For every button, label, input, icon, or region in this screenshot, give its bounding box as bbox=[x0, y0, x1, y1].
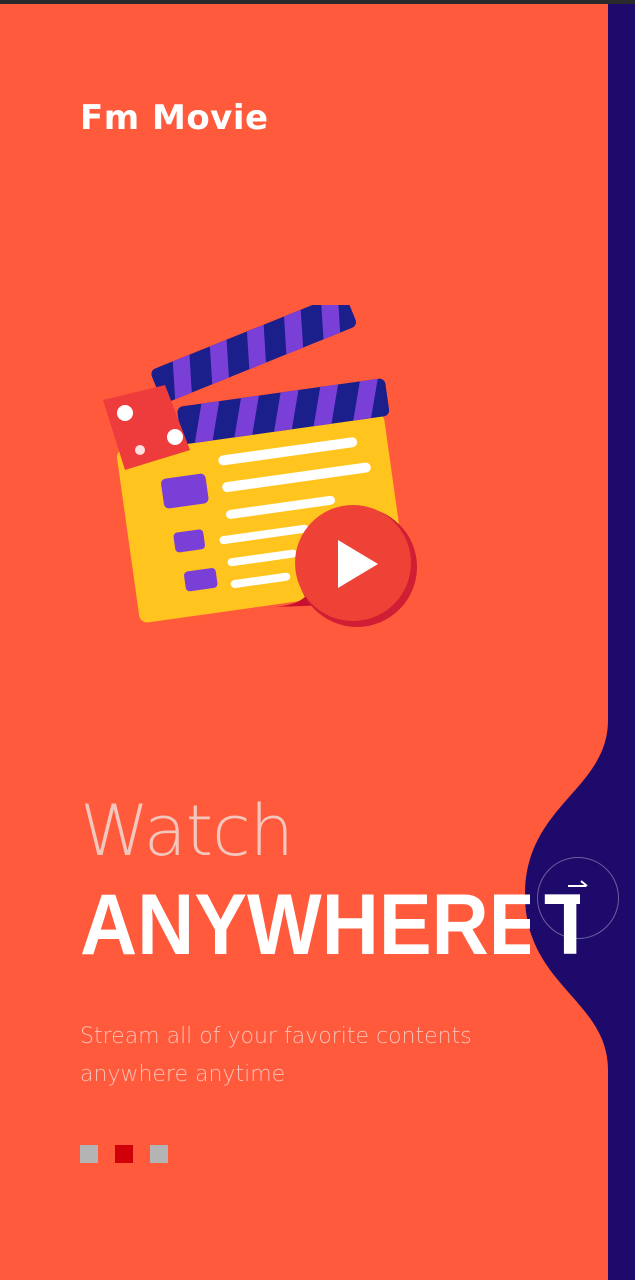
onboarding-description: Stream all of your favorite contents any… bbox=[80, 1018, 500, 1094]
description-line-2: anywhere anytime bbox=[80, 1062, 286, 1087]
page-dot-1[interactable] bbox=[80, 1145, 98, 1163]
page-dot-2-active[interactable] bbox=[115, 1145, 133, 1163]
arrow-right-icon bbox=[568, 880, 588, 887]
page-indicator bbox=[80, 1145, 168, 1163]
headline-anywhere-wrap: ANYWHERE bbox=[80, 882, 530, 982]
next-button[interactable] bbox=[537, 857, 619, 939]
description-line-1: Stream all of your favorite contents bbox=[80, 1024, 472, 1049]
page-dot-3[interactable] bbox=[150, 1145, 168, 1163]
headline-watch: Watch bbox=[80, 790, 294, 872]
clapperboard-play-icon bbox=[103, 305, 417, 627]
app-brand-name: Fm Movie bbox=[80, 98, 269, 138]
onboarding-screen: Fm Movie Watch ANYWHERE T Stream all of … bbox=[0, 0, 635, 1280]
headline-anywhere: ANYWHERE bbox=[80, 882, 530, 973]
